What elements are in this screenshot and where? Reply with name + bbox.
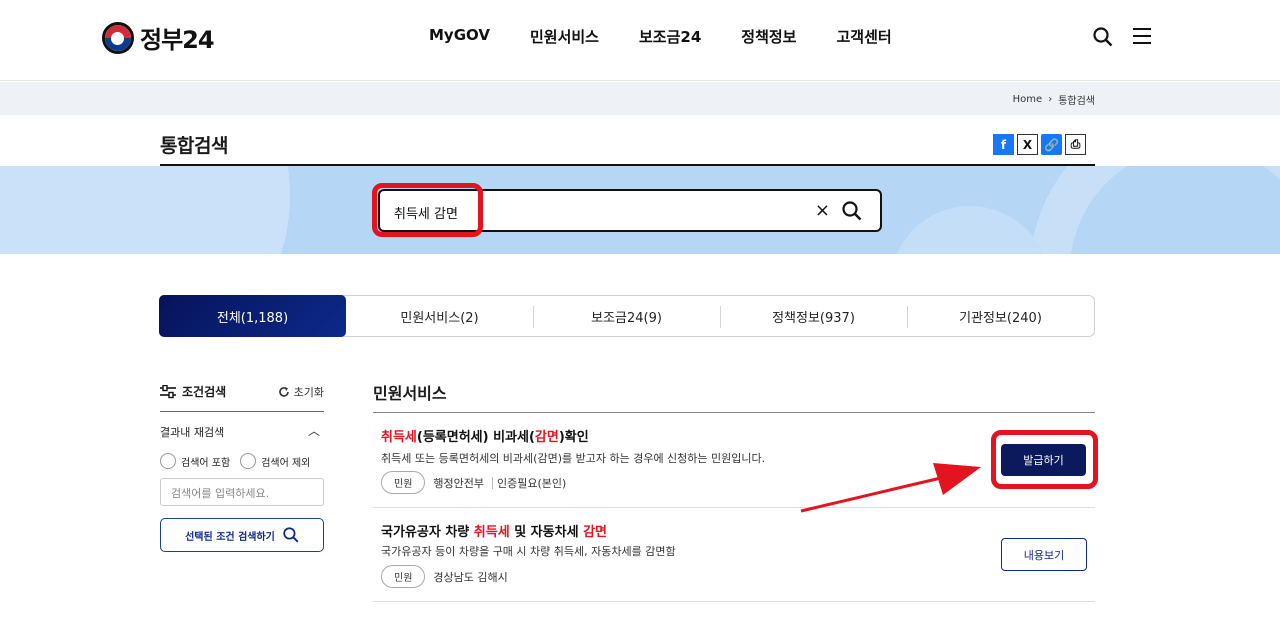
chevron-right-icon: › [1048,94,1053,105]
radio-include-label: 검색어 포함 [181,457,231,469]
title-text: )확인 [558,430,589,445]
page-title: 통합검색 [160,135,228,157]
title-keyword: 취득세 [381,430,417,445]
nav-civil-service[interactable]: 민원서비스 [530,26,599,47]
site-header: 정부24 MyGOV 민원서비스 보조금24 정책정보 고객센터 [0,0,1280,81]
view-details-button[interactable]: 내용보기 [1001,538,1087,571]
tab-subsidy24[interactable]: 보조금24(9) [533,296,720,336]
research-options: 검색어 포함 검색어 제외 [160,453,310,469]
tab-civil-service[interactable]: 민원서비스(2) [346,296,533,336]
annotation-arrow-icon [800,463,981,513]
hamburger-menu-icon[interactable] [1133,28,1151,44]
sliders-icon [160,384,176,398]
tab-all[interactable]: 전체(1,188) [159,295,346,337]
filter-title-label: 조건검색 [182,385,227,399]
x-twitter-icon[interactable]: X [1017,134,1038,155]
search-term-highlight [372,183,483,237]
breadcrumb-home[interactable]: Home [1013,94,1043,105]
section-title: 민원서비스 [373,384,447,403]
radio-exclude-label: 검색어 제외 [261,457,311,469]
result-meta: 민원 행정안전부 인증필요(본인) [381,471,566,494]
radio-include[interactable]: 검색어 포함 [160,453,230,469]
title-keyword: 감면 [583,525,607,540]
print-icon[interactable]: ⎙ [1065,134,1086,155]
facebook-icon[interactable]: f [993,134,1014,155]
gov24-logo[interactable]: 정부24 [102,20,215,55]
category-badge: 민원 [381,471,426,494]
clear-icon[interactable]: × [815,200,830,221]
result-title[interactable]: 국가유공자 차량 취득세 및 자동차세 감면 [381,521,607,540]
nav-customer-center[interactable]: 고객센터 [836,26,891,47]
filter-header: 조건검색 초기화 [160,383,324,400]
category-badge: 민원 [381,565,426,588]
logo-text: 정부24 [140,26,215,54]
title-keyword: 감면 [534,430,559,445]
refresh-icon [278,386,289,397]
research-title: 결과내 재검색 [160,426,225,439]
title-keyword: 취득세 [473,525,510,540]
meta-separator [492,476,494,489]
condition-search-button[interactable]: 선택된 조건 검색하기 [160,518,324,552]
result-auth: 인증필요(본인) [497,476,567,490]
chevron-up-icon[interactable]: ︿ [308,422,320,439]
title-text: 및 자동차세 [509,525,584,540]
taegeuk-icon [102,21,134,54]
result-org: 행정안전부 [433,476,485,490]
nav-mygov[interactable]: MyGOV [429,26,490,47]
result-org: 경상남도 김해시 [433,570,508,584]
reset-button[interactable]: 초기화 [278,384,324,400]
main-nav: MyGOV 민원서비스 보조금24 정책정보 고객센터 [429,26,892,47]
filter-title: 조건검색 [160,383,226,400]
nav-policy-info[interactable]: 정책정보 [741,26,796,47]
search-icon [283,527,299,543]
result-title[interactable]: 취득세(등록면허세) 비과세(감면)확인 [381,426,589,445]
condition-search-label: 선택된 조건 검색하기 [185,531,275,543]
nav-subsidy24[interactable]: 보조금24 [639,26,701,47]
title-text: 국가유공자 차량 [381,525,474,540]
title-text: (등록면허세) 비과세( [416,430,535,445]
search-submit-icon[interactable] [842,201,862,221]
result-desc: 국가유공자 등이 차량을 구매 시 차량 취득세, 자동차세를 감면함 [381,545,676,558]
breadcrumb: Home › 통합검색 [1013,92,1095,107]
tab-policy-info[interactable]: 정책정보(937) [720,296,907,336]
keyword-input[interactable]: 검색어를 입력하세요. [160,478,324,506]
breadcrumb-band: Home › 통합검색 [0,82,1280,115]
breadcrumb-current: 통합검색 [1058,96,1095,107]
reset-label: 초기화 [293,385,324,399]
share-tools: f X 🔗 ⎙ [993,134,1086,155]
radio-exclude[interactable]: 검색어 제외 [240,453,310,469]
search-icon[interactable] [1093,27,1113,47]
link-copy-icon[interactable]: 🔗 [1041,134,1062,155]
filter-divider [160,411,324,412]
result-desc: 취득세 또는 등록면허세의 비과세(감면)를 받고자 하는 경우에 신청하는 민… [381,452,766,465]
radio-circle-icon[interactable] [240,453,257,469]
tab-org-info[interactable]: 기관정보(240) [907,296,1094,336]
issue-button-highlight [991,430,1098,489]
result-meta: 민원 경상남도 김해시 [381,565,508,588]
radio-circle-icon[interactable] [160,453,176,469]
result-tabs: 전체(1,188) 민원서비스(2) 보조금24(9) 정책정보(937) 기관… [159,295,1095,337]
